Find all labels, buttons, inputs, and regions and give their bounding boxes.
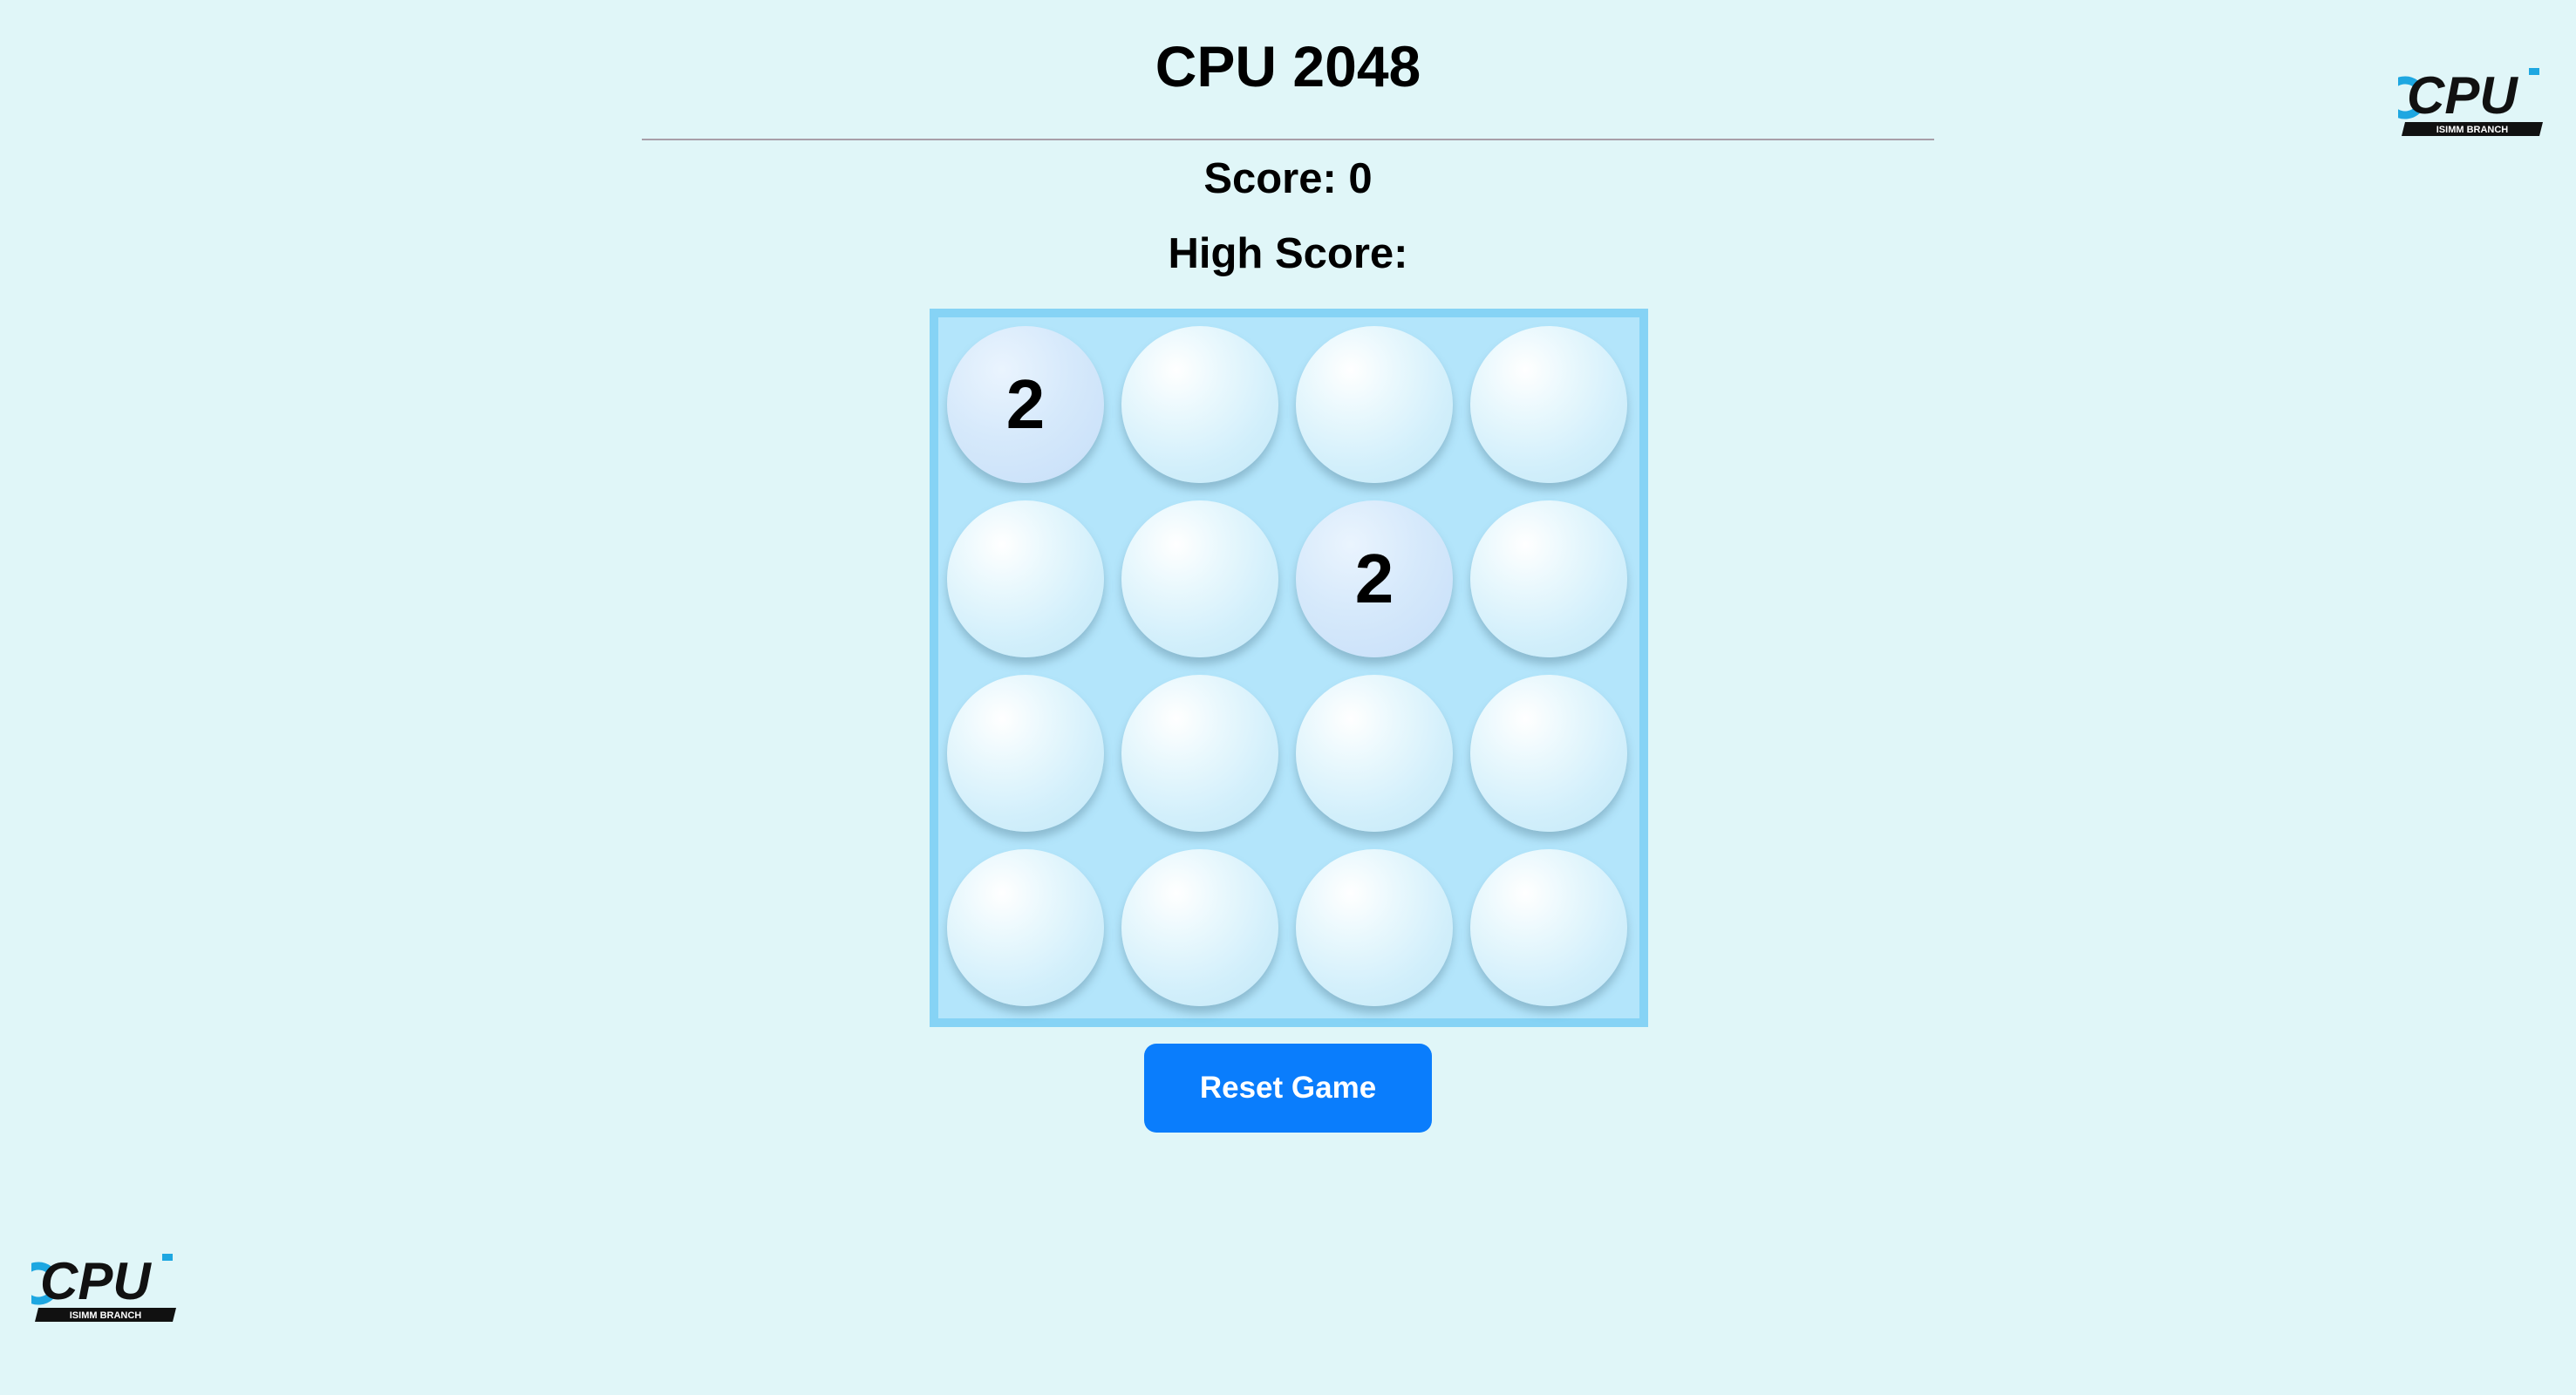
tile	[1121, 675, 1278, 832]
tile	[1470, 500, 1627, 657]
tile	[1121, 500, 1278, 657]
tile	[1296, 326, 1453, 483]
logo-text: CPU	[40, 1252, 152, 1310]
tile: 2	[947, 326, 1104, 483]
tile	[947, 849, 1104, 1006]
logo-subtext: ISIMM BRANCH	[70, 1310, 142, 1321]
cpu-logo: CPU ISIMM BRANCH	[2398, 66, 2543, 136]
tile	[1121, 849, 1278, 1006]
tile: 2	[1296, 500, 1453, 657]
title-divider	[642, 139, 1934, 140]
score-label: Score: 0	[1203, 155, 1373, 202]
logo-subtext: ISIMM BRANCH	[2436, 125, 2509, 135]
tile	[1470, 326, 1627, 483]
tile	[1121, 326, 1278, 483]
game-board[interactable]: 22	[930, 309, 1648, 1027]
high-score-label: High Score:	[1168, 230, 1408, 277]
tile	[947, 500, 1104, 657]
tile	[1470, 675, 1627, 832]
tile	[1296, 849, 1453, 1006]
tile	[947, 675, 1104, 832]
tile	[1296, 675, 1453, 832]
page-title: CPU 2048	[1155, 34, 1421, 99]
cpu-logo: CPU ISIMM BRANCH	[31, 1252, 176, 1322]
logo-text: CPU	[2407, 66, 2518, 125]
tile	[1470, 849, 1627, 1006]
reset-game-button[interactable]: Reset Game	[1144, 1044, 1432, 1133]
